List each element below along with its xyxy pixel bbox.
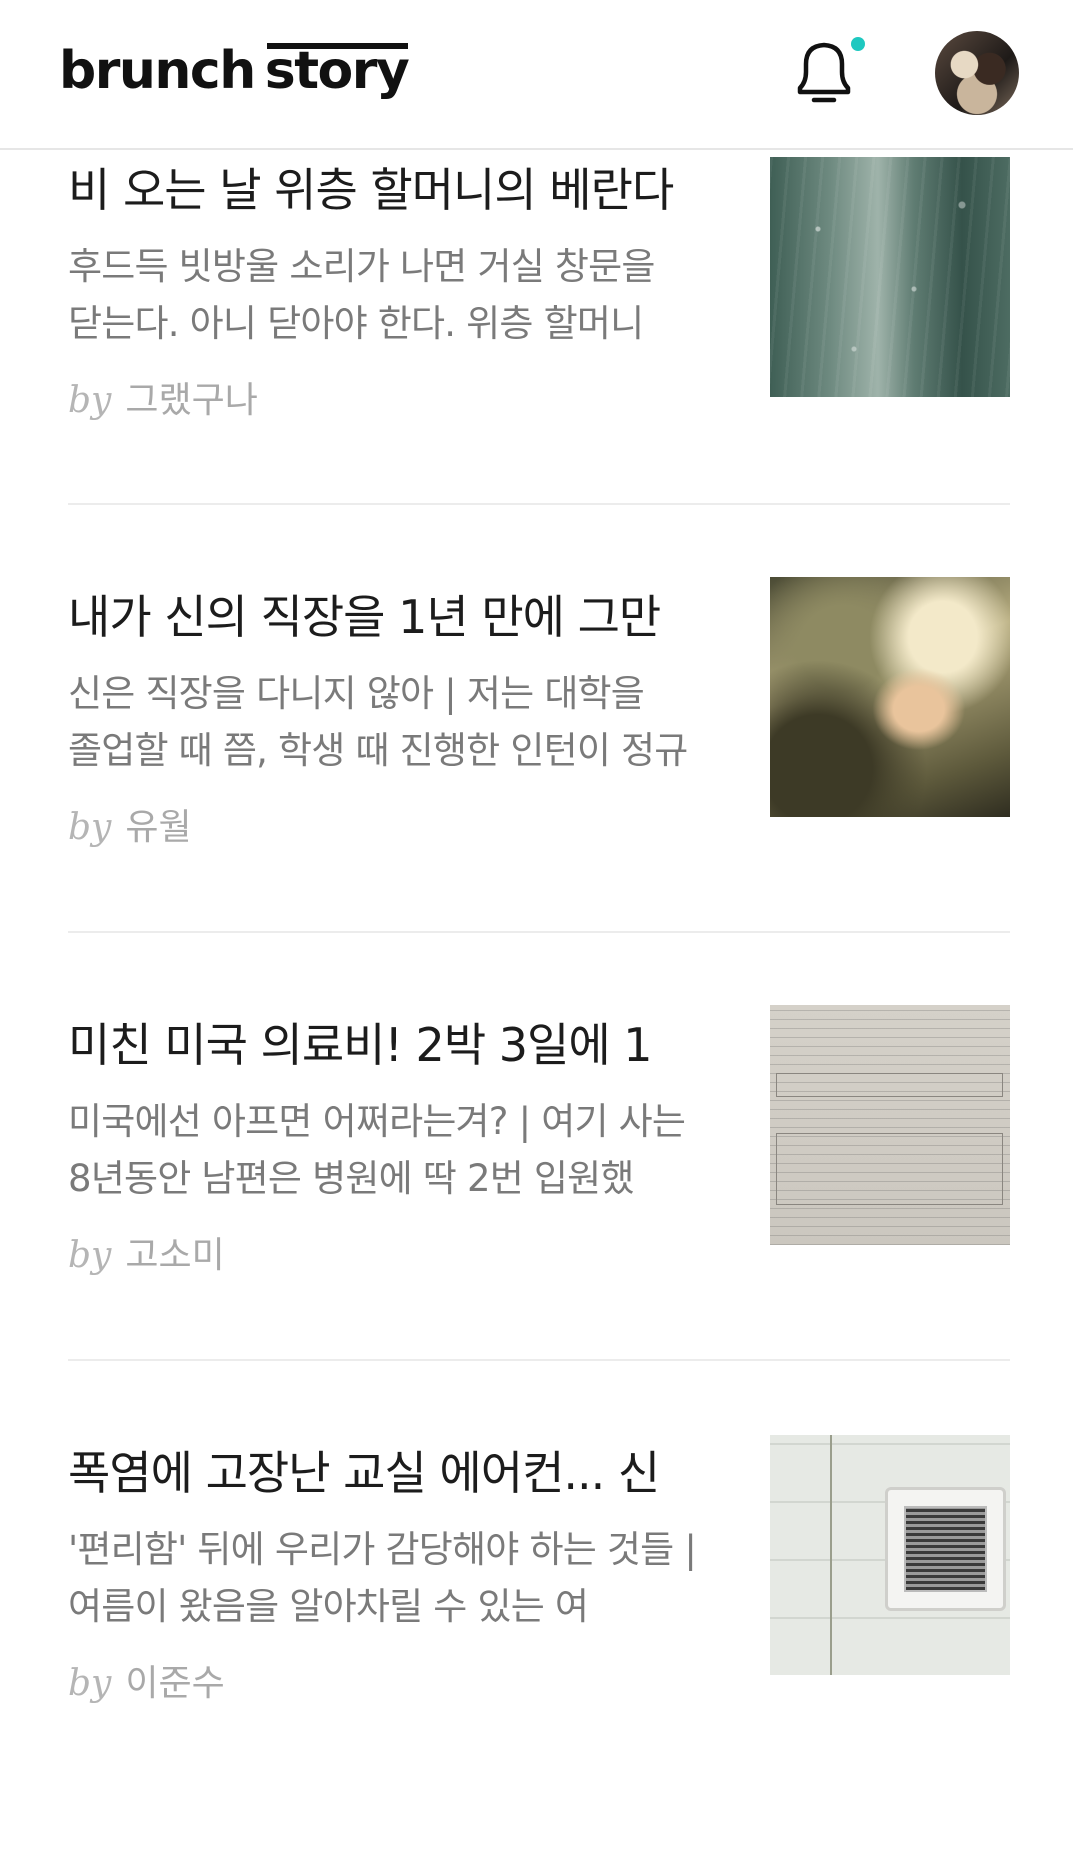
author-by-label: by bbox=[68, 1235, 112, 1276]
article-author: by 이준수 bbox=[68, 1659, 225, 1709]
notification-dot bbox=[851, 37, 865, 51]
author-by-label: by bbox=[68, 1663, 112, 1704]
article-description: 미국에선 아프면 어쩌라는겨? | 여기 사는 8년동안 남편은 병원에 딱 2… bbox=[68, 1100, 686, 1200]
article-author: by 유월 bbox=[68, 803, 192, 853]
divider bbox=[68, 1359, 1010, 1361]
brunch-story-logo[interactable]: brunch story bbox=[59, 36, 410, 106]
app-header: brunch story bbox=[0, 0, 1073, 150]
vent-grill bbox=[904, 1506, 987, 1592]
author-by-label: by bbox=[68, 380, 112, 421]
article-title: 폭염에 고장난 교실 에어컨... 신 bbox=[68, 1446, 660, 1500]
author-name: 그랬구나 bbox=[125, 380, 258, 421]
author-name: 유월 bbox=[125, 807, 192, 848]
profile-avatar[interactable] bbox=[935, 31, 1019, 115]
author-name: 이준수 bbox=[125, 1663, 225, 1704]
medical-bill-document-image[interactable] bbox=[770, 1005, 1010, 1245]
article-item[interactable]: 비 오는 날 위층 할머니의 베란다 후드득 빗방울 소리가 나면 거실 창문을… bbox=[68, 157, 1010, 586]
article-item[interactable]: 미친 미국 의료비! 2박 3일에 1 미국에선 아프면 어쩌라는겨? | 여기… bbox=[68, 1005, 1010, 1441]
ceiling-air-conditioner-image[interactable] bbox=[770, 1435, 1010, 1675]
rainy-window-image[interactable] bbox=[770, 157, 1010, 397]
logo-text-story: story bbox=[265, 36, 410, 106]
article-author: by 그랬구나 bbox=[68, 376, 258, 426]
article-author: by 고소미 bbox=[68, 1231, 225, 1281]
article-description: 후드득 빗방울 소리가 나면 거실 창문을 닫는다. 아니 닫아야 한다. 위층… bbox=[68, 245, 655, 345]
divider bbox=[68, 931, 1010, 933]
hand-in-clouds-image[interactable] bbox=[770, 577, 1010, 817]
vent-icon bbox=[885, 1487, 1006, 1611]
notification-button[interactable] bbox=[784, 32, 865, 112]
author-name: 고소미 bbox=[125, 1235, 225, 1276]
article-title: 비 오는 날 위층 할머니의 베란다 bbox=[68, 163, 674, 217]
divider bbox=[68, 503, 1010, 505]
article-description: 신은 직장을 다니지 않아 | 저는 대학을 졸업할 때 쯤, 학생 때 진행한… bbox=[68, 672, 688, 772]
article-title: 미친 미국 의료비! 2박 3일에 1 bbox=[68, 1018, 653, 1072]
author-by-label: by bbox=[68, 807, 112, 848]
article-title: 내가 신의 직장을 1년 만에 그만 bbox=[68, 590, 661, 644]
article-item[interactable]: 내가 신의 직장을 1년 만에 그만 신은 직장을 다니지 않아 | 저는 대학… bbox=[68, 577, 1010, 1013]
logo-text-brunch: brunch bbox=[59, 41, 256, 101]
article-item[interactable]: 폭염에 고장난 교실 에어컨... 신 '편리함' 뒤에 우리가 감당해야 하는… bbox=[68, 1435, 1010, 1869]
article-description: '편리함' 뒤에 우리가 감당해야 하는 것들 | 여름이 왔음을 알아차릴 수… bbox=[68, 1528, 697, 1628]
